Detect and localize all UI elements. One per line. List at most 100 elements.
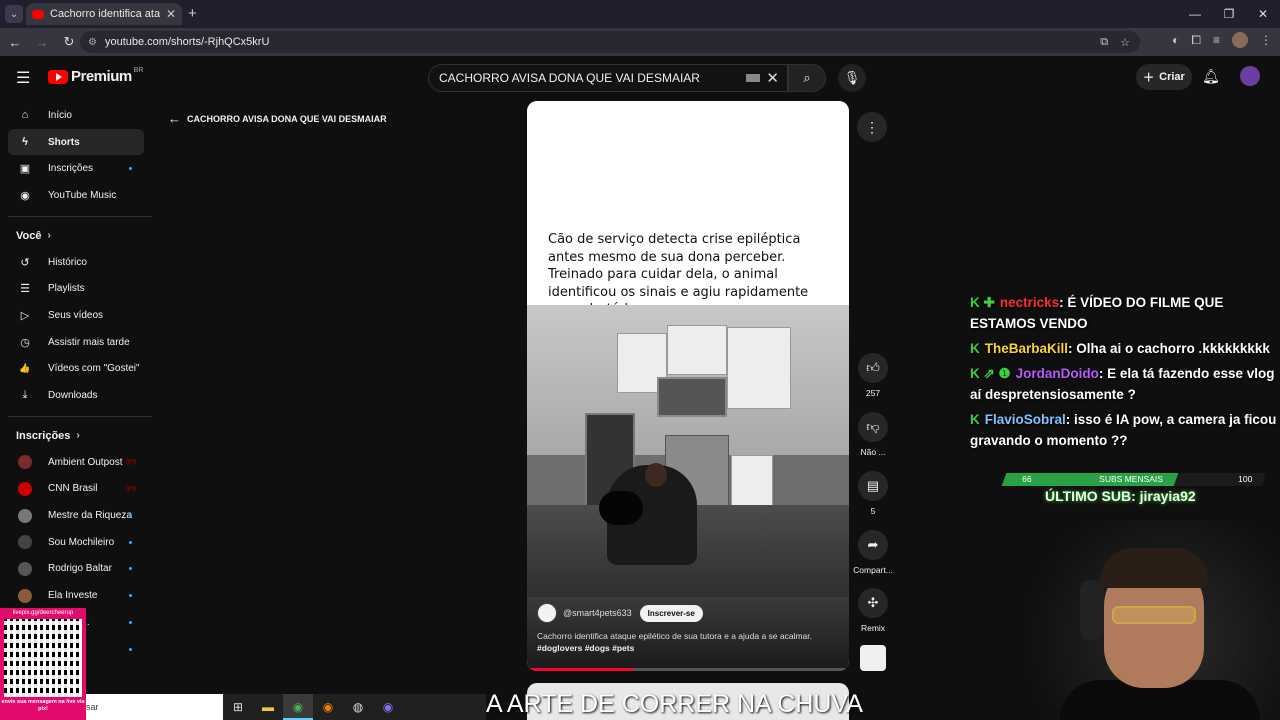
microphone-icon: 🎙: [843, 70, 861, 85]
sidebar-channel-item[interactable]: Rodrigo Baltar: [0, 556, 152, 583]
browser-menu-icon[interactable]: ⋮: [1260, 33, 1272, 47]
create-button[interactable]: ＋ Criar: [1136, 64, 1192, 90]
tab-close-icon[interactable]: ✕: [166, 7, 176, 21]
sidebar-item-assistir-mais-tarde[interactable]: ◷ Assistir mais tarde: [0, 329, 152, 356]
user-avatar[interactable]: [1240, 66, 1260, 86]
youtube-header: ☰ Premium BR CACHORRO AVISA DONA QUE VAI…: [0, 56, 1280, 98]
forward-icon[interactable]: →: [30, 35, 54, 50]
more-options-icon[interactable]: ⋮: [857, 112, 887, 142]
reading-list-icon[interactable]: ≡: [1213, 33, 1220, 47]
notifications-bell-icon[interactable]: 🔔︎: [1202, 68, 1220, 85]
back-arrow-icon[interactable]: ←: [168, 111, 181, 126]
sidebar-divider: [8, 215, 152, 217]
app-icon[interactable]: ◉: [373, 694, 403, 720]
browser-tab-bar: ⌄ Cachorro identifica ataque epiléptico …: [0, 0, 1280, 28]
like-button[interactable]: 👍︎ 257: [852, 353, 894, 398]
sidebar-section-voce[interactable]: Você ›: [0, 223, 152, 249]
minimize-button[interactable]: —: [1178, 0, 1212, 28]
channel-name: Ambient Outpost: [48, 456, 123, 468]
chat-username: TheBarbaKill: [984, 341, 1069, 356]
chat-username: FlavioSobral: [984, 412, 1066, 427]
chat-badge-icon: K: [970, 341, 980, 356]
file-explorer-icon[interactable]: ▬: [253, 694, 283, 720]
sidebar-item-historico[interactable]: ↺ Histórico: [0, 249, 152, 276]
watch-later-icon: ◷: [20, 336, 30, 349]
search-context-header[interactable]: ← CACHORRO AVISA DONA QUE VAI DESMAIAR: [168, 111, 387, 126]
back-icon[interactable]: ←: [3, 35, 27, 50]
sidebar-item-youtube-music[interactable]: ◉ YouTube Music: [0, 182, 152, 209]
hamburger-menu-icon[interactable]: ☰: [16, 68, 30, 88]
obs-icon[interactable]: ◍: [343, 694, 373, 720]
reload-icon[interactable]: ↻: [57, 34, 81, 50]
sidebar-item-downloads[interactable]: ⤓ Downloads: [0, 382, 152, 409]
live-indicator-icon: ((•)): [125, 459, 136, 466]
install-app-icon[interactable]: ⧉: [1100, 36, 1108, 49]
dislike-button[interactable]: 👎︎ Não ...: [852, 412, 894, 457]
taskbar-search-input[interactable]: sar: [86, 694, 223, 720]
video-progress-bar[interactable]: [527, 668, 849, 671]
channel-handle[interactable]: @smart4pets633: [563, 608, 632, 618]
sidebar-item-inscricoes[interactable]: ▣ Inscrições: [0, 155, 152, 182]
thumbs-up-icon: 👍︎: [858, 353, 888, 383]
search-context-title: CACHORRO AVISA DONA QUE VAI DESMAIAR: [187, 113, 387, 124]
subscribe-button[interactable]: Inscrever-se: [639, 604, 703, 622]
extension-icon[interactable]: ◐: [1172, 33, 1179, 47]
share-button[interactable]: ➦ Compart...: [852, 530, 894, 575]
tab-search-icon[interactable]: ⌄: [5, 5, 23, 23]
sidebar-item-label: Início: [48, 109, 72, 121]
sidebar-item-videos-gostei[interactable]: 👍 Vídeos com "Gostei": [0, 356, 152, 383]
voice-search-button[interactable]: 🎙: [838, 64, 866, 92]
share-label: Compart...: [853, 565, 893, 575]
browser-tab[interactable]: Cachorro identifica ataque epiléptico ✕: [26, 3, 182, 25]
address-bar[interactable]: ⚙ youtube.com/shorts/-RjhQCx5krU ⧉ ☆: [80, 31, 1140, 53]
remix-label: Remix: [860, 623, 886, 633]
glasses: [1112, 606, 1196, 624]
task-view-icon[interactable]: ⊞: [223, 694, 253, 720]
bookmark-star-icon[interactable]: ☆: [1120, 36, 1130, 49]
chrome-icon[interactable]: ◉: [283, 694, 313, 720]
clear-search-icon[interactable]: ✕: [766, 69, 779, 87]
short-video-player[interactable]: Cão de serviço detecta crise epiléptica …: [527, 101, 849, 671]
share-icon: ➦: [858, 530, 888, 560]
youtube-logo[interactable]: Premium BR: [48, 67, 143, 85]
sidebar-item-playlists[interactable]: ☰ Playlists: [0, 275, 152, 302]
new-content-dot: [129, 567, 132, 571]
extensions-puzzle-icon[interactable]: ⧠: [1191, 33, 1201, 48]
sidebar-channel-item[interactable]: CNN Brasil ((•)): [0, 476, 152, 503]
sidebar-channel-item[interactable]: Mestre da Riqueza: [0, 502, 152, 529]
close-window-button[interactable]: ✕: [1246, 0, 1280, 28]
headset: [1080, 580, 1104, 640]
new-tab-button[interactable]: +: [188, 5, 197, 22]
chat-message: K TheBarbaKill: Olha ai o cachorro .kkkkk…: [970, 338, 1278, 359]
video-frame-kitchen: [527, 305, 849, 597]
search-value: CACHORRO AVISA DONA QUE VAI DESMAIAR: [439, 71, 700, 85]
remix-icon: ✣: [858, 588, 888, 618]
chevron-right-icon: ›: [76, 430, 80, 442]
browser-profile-avatar[interactable]: [1232, 32, 1248, 48]
keyboard-icon[interactable]: [746, 74, 761, 82]
channel-avatar[interactable]: [537, 603, 557, 623]
restore-button[interactable]: ❐: [1212, 0, 1246, 28]
sidebar-item-seus-videos[interactable]: ▷ Seus vídeos: [0, 302, 152, 329]
chat-text: : Olha ai o cachorro .kkkkkkkkk: [1068, 341, 1270, 356]
your-videos-icon: ▷: [20, 309, 30, 322]
channel-name: Sou Mochileiro: [48, 536, 115, 548]
sound-thumbnail[interactable]: [860, 645, 886, 671]
sidebar-channel-item[interactable]: Sou Mochileiro: [0, 529, 152, 556]
sidebar-item-shorts[interactable]: ϟ Shorts: [8, 128, 144, 156]
video-description[interactable]: Cachorro identifica ataque epilético de …: [537, 630, 839, 643]
like-count: 257: [865, 388, 881, 398]
sidebar-item-inicio[interactable]: ⌂ Início: [0, 102, 152, 129]
sidebar-item-label: Assistir mais tarde: [48, 336, 130, 348]
comments-button[interactable]: ▤ 5: [852, 471, 894, 516]
url-text: youtube.com/shorts/-RjhQCx5krU: [104, 36, 270, 48]
sidebar-channel-item[interactable]: Ambient Outpost ((•)): [0, 449, 152, 476]
site-info-icon[interactable]: ⚙: [88, 37, 97, 48]
remix-button[interactable]: ✣ Remix: [852, 588, 894, 633]
video-hashtags[interactable]: #doglovers #dogs #pets: [537, 643, 839, 653]
sidebar-section-inscricoes[interactable]: Inscrições ›: [0, 423, 152, 449]
search-input[interactable]: CACHORRO AVISA DONA QUE VAI DESMAIAR ✕: [428, 64, 788, 92]
sidebar-channel-item[interactable]: Ela Investe: [0, 582, 152, 609]
firefox-icon[interactable]: ◉: [313, 694, 343, 720]
search-button[interactable]: ⌕: [788, 64, 826, 92]
